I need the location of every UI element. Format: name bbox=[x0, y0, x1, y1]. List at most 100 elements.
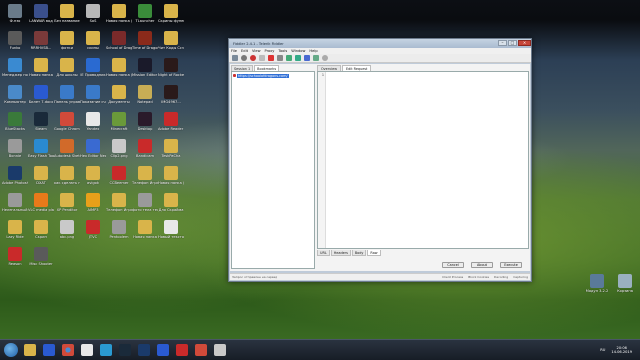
desktop-icon[interactable]: Компьютер bbox=[2, 85, 28, 104]
word-icon[interactable] bbox=[157, 344, 169, 356]
record-icon[interactable] bbox=[250, 55, 256, 61]
desktop-icon[interactable]: Новая папка bbox=[132, 220, 158, 239]
folder-icon[interactable] bbox=[24, 344, 36, 356]
desktop-icon[interactable]: Новая папка (2) bbox=[106, 4, 132, 23]
tab[interactable]: Body bbox=[351, 250, 367, 256]
circle-icon[interactable] bbox=[322, 55, 328, 61]
chrome-icon[interactable] bbox=[62, 344, 74, 356]
check-icon[interactable] bbox=[295, 55, 301, 61]
desktop-icon[interactable]: Корзина bbox=[612, 274, 638, 293]
desktop-icon[interactable]: Документы bbox=[106, 85, 132, 104]
desktop-icon[interactable]: Билет 7.docx bbox=[28, 85, 54, 104]
desktop-icon[interactable]: Скрин bbox=[28, 220, 54, 239]
menu-item[interactable]: Window bbox=[291, 49, 305, 53]
refresh-icon[interactable] bbox=[286, 55, 292, 61]
start-button[interactable] bbox=[4, 343, 18, 357]
desktop-icon[interactable]: XP Penditor bbox=[54, 193, 80, 212]
desktop-icon[interactable]: Reason bbox=[2, 247, 28, 266]
desktop-icon[interactable]: Новая папка (4) bbox=[158, 166, 184, 185]
photoshop-icon[interactable] bbox=[138, 344, 150, 356]
desktop-icon[interactable]: JTVC bbox=[80, 220, 106, 239]
yandex-icon[interactable] bbox=[81, 344, 93, 356]
status-item[interactable]: Block Cookies bbox=[468, 275, 489, 279]
maximize-button[interactable]: □ bbox=[508, 40, 517, 46]
pen-icon[interactable] bbox=[277, 55, 283, 61]
menu-item[interactable]: Help bbox=[309, 49, 317, 53]
desktop-icon[interactable]: Pentoolem bbox=[106, 220, 132, 239]
desktop-icon[interactable]: Night of Rockefeller bbox=[158, 58, 184, 77]
desktop-icon[interactable]: School of Dragons bbox=[106, 31, 132, 50]
desktop-icon[interactable]: CCBeemer bbox=[106, 166, 132, 185]
desktop-icon[interactable]: Easy Flash Tool 3.81 bbox=[28, 139, 54, 158]
language-indicator[interactable]: RU bbox=[600, 348, 605, 352]
block-icon[interactable] bbox=[268, 55, 274, 61]
desktop-icon[interactable]: Новая папка bbox=[28, 58, 54, 77]
desktop-icon[interactable]: Google Chrome bbox=[54, 112, 80, 131]
desktop-icon[interactable]: фотки bbox=[54, 31, 80, 50]
menu-item[interactable]: Proxy bbox=[265, 49, 275, 53]
desktop-icon[interactable]: Minecraft bbox=[106, 112, 132, 131]
request-editor[interactable]: 1 bbox=[317, 71, 529, 249]
desktop-icon[interactable]: Панель управления bbox=[54, 85, 80, 104]
status-item[interactable]: Client Process bbox=[442, 275, 463, 279]
desktop-icon[interactable]: как сделать привычное... bbox=[54, 166, 80, 185]
desktop-icon[interactable]: Модул 3.2.2 bbox=[584, 274, 610, 293]
desktop-icon[interactable]: Новый текстовый bbox=[158, 220, 184, 239]
cancel-button[interactable]: Cancel bbox=[442, 262, 464, 268]
desktop-icon[interactable]: Steam bbox=[28, 112, 54, 131]
desktop-icon[interactable]: Телефон Игры bbox=[106, 193, 132, 212]
desktop-icon[interactable]: Bandicam bbox=[132, 139, 158, 158]
clock[interactable]: 20:06 14.06.2019 bbox=[611, 346, 632, 355]
desktop-icon[interactable]: Clip2.png bbox=[106, 139, 132, 158]
desktop-icon[interactable]: Autodesk SketchBook bbox=[54, 139, 80, 158]
pointer-icon[interactable] bbox=[232, 55, 238, 61]
desktop-icon[interactable]: Lazy Ride bbox=[2, 220, 28, 239]
desktop-icon[interactable]: avigok bbox=[80, 166, 106, 185]
desktop-icon[interactable]: Новая папка (3) bbox=[106, 58, 132, 77]
desktop-icon[interactable]: Для школы bbox=[54, 58, 80, 77]
desktop-icon[interactable]: BlueStacks bbox=[2, 112, 28, 131]
desktop-icon[interactable]: Adobe Reader X bbox=[158, 112, 184, 131]
app-icon[interactable] bbox=[176, 344, 188, 356]
close-button[interactable]: × bbox=[518, 40, 531, 46]
desktop-icon[interactable]: SoS bbox=[80, 4, 106, 23]
menu-item[interactable]: Tools bbox=[278, 49, 287, 53]
skype-icon[interactable] bbox=[100, 344, 112, 356]
connect-icon[interactable] bbox=[304, 55, 310, 61]
desktop-icon[interactable]: Time of Dragons bbox=[132, 31, 158, 50]
desktop-icon[interactable]: Yandex bbox=[80, 112, 106, 131]
desktop-icon[interactable]: Для Скрайма bbox=[158, 193, 184, 212]
desktop-icon[interactable]: Bonnie bbox=[2, 139, 28, 158]
menu-item[interactable]: File bbox=[231, 49, 237, 53]
desktop-icon[interactable]: Ф.нзо bbox=[2, 4, 28, 23]
session-tree[interactable]: https://schoolofdragons.com/ bbox=[231, 71, 315, 269]
desktop-icon[interactable]: Показание счетчиков bbox=[80, 85, 106, 104]
desktop-icon[interactable]: IE Проводник bbox=[80, 58, 106, 77]
tab[interactable]: Headers bbox=[330, 250, 351, 256]
desktop-icon[interactable]: Чит Коды Ссз bbox=[158, 31, 184, 50]
desktop-icon[interactable]: TLauncher bbox=[132, 4, 158, 23]
reader-icon[interactable] bbox=[195, 344, 207, 356]
desktop-icon[interactable]: Нелегальный 2019.gif bbox=[2, 193, 28, 212]
desktop-icon[interactable]: Desktop bbox=[132, 112, 158, 131]
status-item[interactable]: Decoding bbox=[494, 275, 508, 279]
execute-button[interactable]: Execute bbox=[500, 262, 522, 268]
page-icon[interactable] bbox=[259, 55, 265, 61]
desktop-icon[interactable]: Notepad bbox=[132, 85, 158, 104]
about-button[interactable]: About bbox=[471, 262, 493, 268]
desktop-icon[interactable]: Скрины фуней bbox=[158, 4, 184, 23]
desktop-icon[interactable]: Без название bbox=[54, 4, 80, 23]
desktop-icon[interactable]: abc.png bbox=[54, 220, 80, 239]
desktop-icon[interactable]: Hex Editor Neo bbox=[80, 139, 106, 158]
media-icon[interactable] bbox=[43, 344, 55, 356]
window-titlebar[interactable]: Fiddler 2.4.1 - Telerik Fiddler – □ × bbox=[229, 39, 531, 48]
tool-icon[interactable] bbox=[313, 55, 319, 61]
desktop-icon[interactable]: Менеджер по загрузкам bbox=[2, 58, 28, 77]
tree-item-url[interactable]: https://schoolofdragons.com/ bbox=[237, 73, 289, 78]
steam-icon[interactable] bbox=[119, 344, 131, 356]
tab[interactable]: URL bbox=[317, 250, 330, 256]
minimize-button[interactable]: – bbox=[498, 40, 507, 46]
desktop-icon[interactable]: Misc Shooter bbox=[28, 247, 54, 266]
desktop-icon[interactable]: LANWAR вод bbox=[28, 4, 54, 23]
fiddler-taskbar-icon[interactable] bbox=[214, 344, 226, 356]
